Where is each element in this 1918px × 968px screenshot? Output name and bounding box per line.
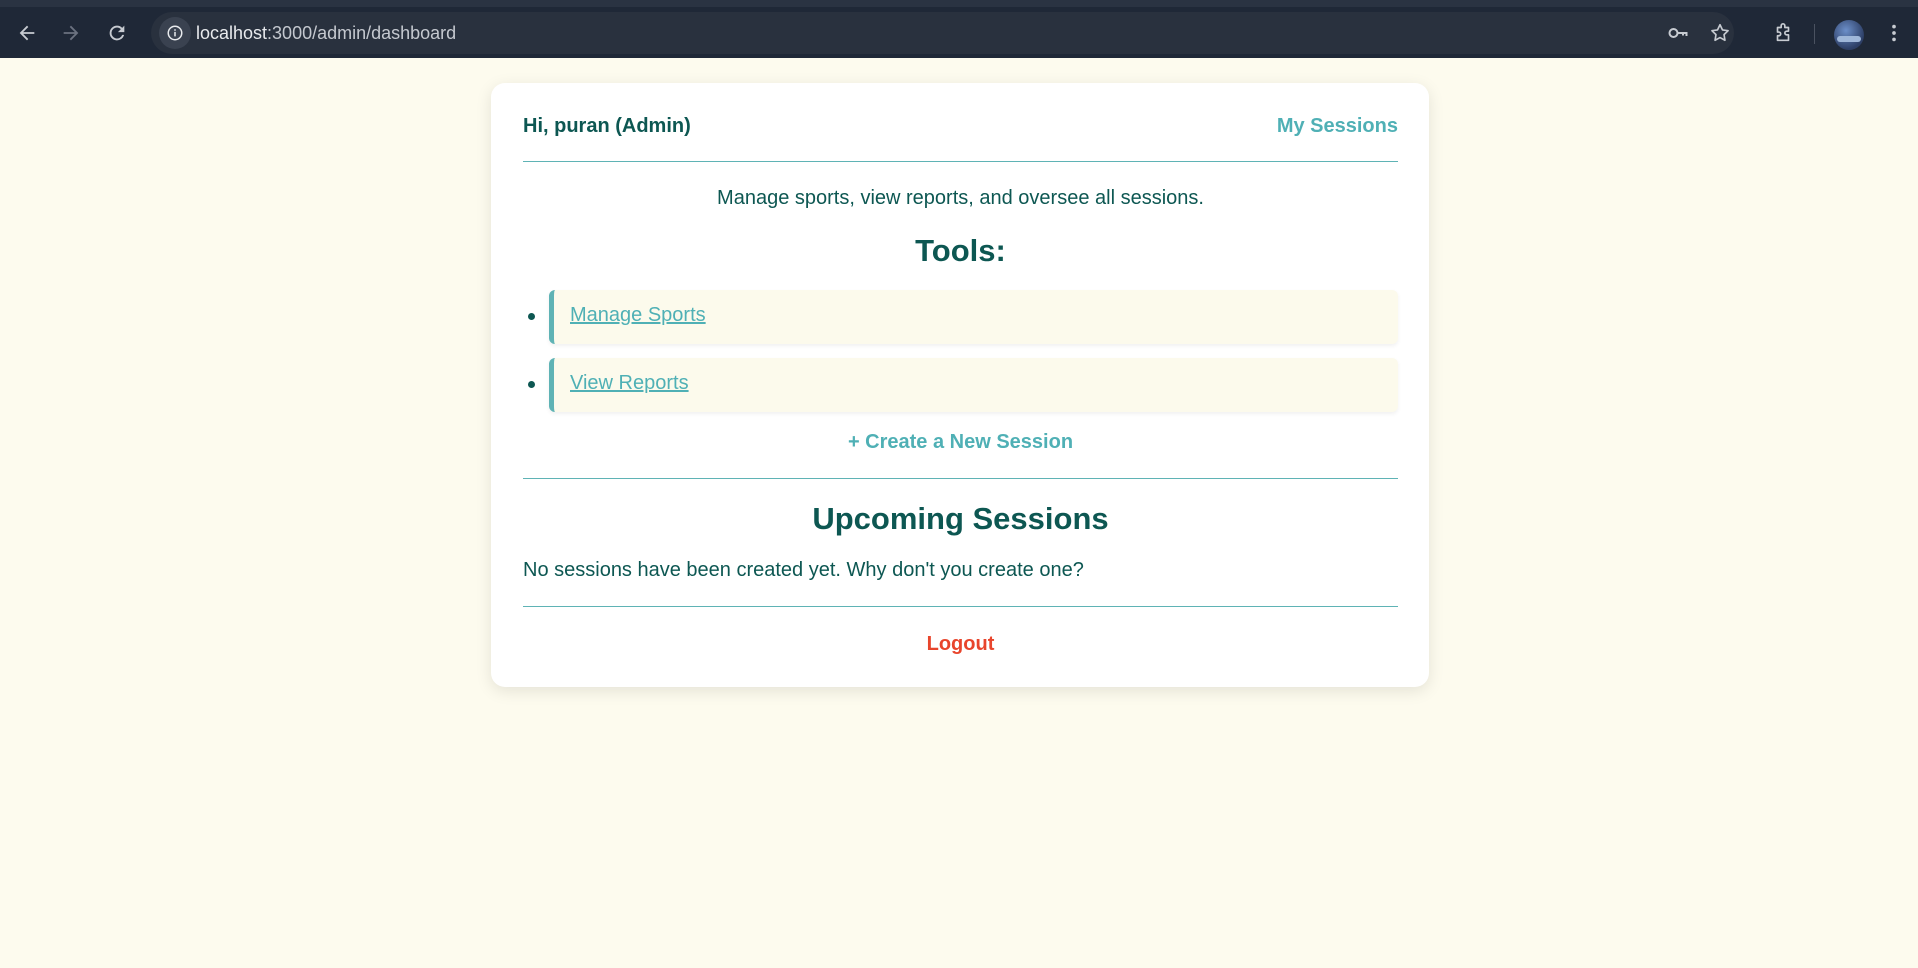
upcoming-sessions-heading: Upcoming Sessions (812, 501, 1109, 536)
logout-link[interactable]: Logout (523, 633, 1398, 656)
more-menu-icon[interactable] (1880, 19, 1908, 47)
reload-button[interactable] (98, 14, 136, 52)
profile-avatar[interactable] (1834, 20, 1864, 50)
section-divider (523, 478, 1398, 479)
url-text: localhost:3000/admin/dashboard (196, 23, 456, 44)
list-bullet (528, 313, 535, 320)
address-bar[interactable]: localhost:3000/admin/dashboard (151, 12, 1734, 54)
manage-sports-link[interactable]: Manage Sports (570, 304, 706, 327)
arrow-right-icon (63, 25, 79, 41)
key-icon[interactable] (1666, 21, 1690, 45)
browser-toolbar: localhost:3000/admin/dashboard (0, 0, 1918, 58)
tool-item-view-reports: View Reports (549, 358, 1398, 412)
reload-icon (109, 25, 125, 41)
dashboard-card: Hi, puran (Admin) My Sessions Manage spo… (491, 83, 1429, 687)
arrow-left-icon (19, 25, 35, 41)
greeting-text: Hi, puran (Admin) (523, 115, 691, 137)
dashboard-subtitle: Manage sports, view reports, and oversee… (717, 187, 1204, 209)
bookmark-star-icon[interactable] (1708, 21, 1732, 45)
toolbar-separator (1814, 24, 1815, 44)
tool-item-manage-sports: Manage Sports (549, 290, 1398, 344)
url-path: :3000/admin/dashboard (267, 23, 457, 43)
dashboard-header: Hi, puran (Admin) My Sessions (523, 113, 1398, 143)
footer-divider (523, 606, 1398, 607)
tools-heading: Tools: (915, 233, 1006, 268)
list-bullet (528, 381, 535, 388)
view-reports-link[interactable]: View Reports (570, 372, 689, 395)
header-divider (523, 161, 1398, 162)
create-session-link[interactable]: + Create a New Session (523, 431, 1398, 454)
url-host: localhost (196, 23, 268, 43)
empty-sessions-message: No sessions have been created yet. Why d… (523, 559, 1084, 581)
my-sessions-link[interactable]: My Sessions (1277, 115, 1398, 138)
site-info-icon[interactable] (159, 17, 191, 49)
back-button[interactable] (8, 14, 46, 52)
extensions-icon[interactable] (1769, 19, 1797, 47)
forward-button[interactable] (52, 14, 90, 52)
